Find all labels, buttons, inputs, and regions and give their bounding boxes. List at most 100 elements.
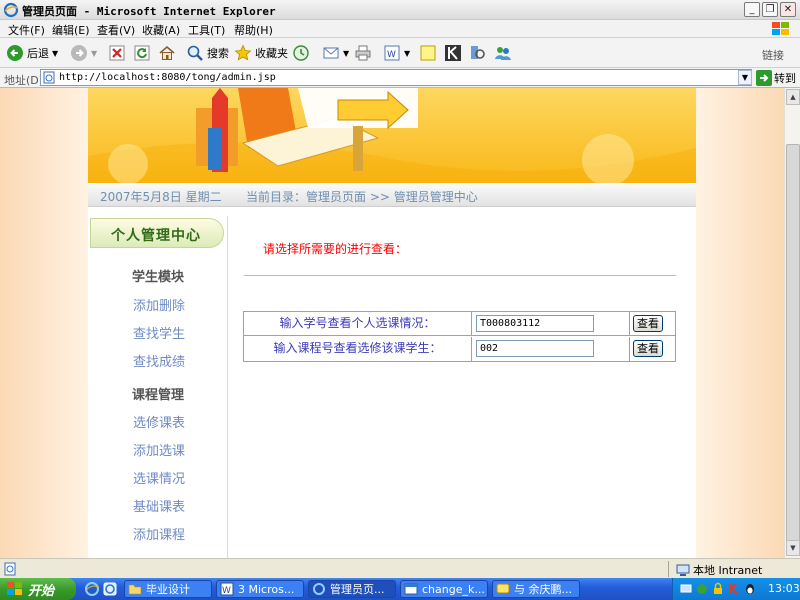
messenger-tray-icon[interactable]	[695, 582, 709, 596]
chevron-down-icon[interactable]: ▼	[52, 49, 58, 58]
sidebar-link-add-selection[interactable]: 添加选课	[133, 440, 185, 459]
k-button[interactable]	[444, 43, 462, 63]
sidebar-link-basic-table[interactable]: 基础课表	[133, 496, 185, 515]
clock: 13:03	[768, 582, 800, 595]
forward-arrow-icon	[71, 45, 87, 61]
sidebar-link-add-course[interactable]: 添加课程	[133, 524, 185, 543]
back-button[interactable]: 后退 ▼	[6, 43, 58, 63]
folder-icon	[128, 584, 142, 595]
scroll-down-button[interactable]: ▼	[786, 540, 800, 556]
ie-quicklaunch-icon[interactable]	[84, 581, 100, 597]
network-icon[interactable]	[679, 582, 693, 596]
task-chat[interactable]: 与 余庆鹏...	[492, 580, 580, 598]
course-id-label: 输入课程号查看选修该课学生：	[244, 337, 472, 361]
table-row: 输入课程号查看选修该课学生： 002 查看	[244, 337, 675, 361]
menu-favorites[interactable]: 收藏(A)	[142, 22, 180, 38]
date-bar: 2007年5月8日 星期二 当前目录：管理员页面 >> 管理员管理中心	[88, 183, 696, 207]
research-button[interactable]	[468, 43, 486, 63]
sidebar-link-selection-status[interactable]: 选课情况	[133, 468, 185, 487]
ie-quicklaunch-icon[interactable]	[102, 581, 118, 597]
sidebar-section-student: 学生模块	[132, 270, 185, 285]
student-id-label: 输入学号查看个人选课情况：	[244, 312, 472, 336]
sidebar-link-add-delete[interactable]: 添加删除	[133, 295, 185, 314]
sidebar-link-elective-table[interactable]: 选修课表	[133, 412, 185, 431]
forward-button[interactable]: ▼	[70, 43, 97, 63]
security-zone: 本地 Intranet	[676, 562, 762, 578]
windows-flag-icon	[7, 582, 22, 595]
window-title: 管理员页面 - Microsoft Internet Explorer	[22, 5, 276, 18]
search-button[interactable]: 搜索	[186, 43, 229, 63]
minimize-button[interactable]: _	[744, 2, 760, 17]
intranet-icon	[676, 564, 690, 576]
chat-icon	[496, 583, 510, 594]
favorites-button[interactable]: 收藏夹	[234, 43, 288, 63]
sidebar-link-find-grades[interactable]: 查找成绩	[133, 351, 185, 370]
start-button[interactable]: 开始	[0, 578, 76, 600]
page-icon	[43, 71, 55, 84]
favorites-star-icon	[234, 44, 252, 61]
current-date: 2007年5月8日 星期二	[100, 190, 222, 204]
go-arrow-icon	[756, 70, 772, 86]
menu-tools[interactable]: 工具(T)	[188, 22, 225, 38]
edit-button[interactable]: W ▼	[383, 43, 410, 63]
chevron-down-icon[interactable]: ▼	[343, 49, 349, 58]
view-course-button[interactable]: 查看	[633, 340, 663, 357]
student-id-input[interactable]: T000803112	[476, 315, 594, 332]
stop-icon	[109, 45, 125, 61]
print-button[interactable]	[354, 43, 372, 63]
menu-view[interactable]: 查看(V)	[97, 22, 135, 38]
go-button[interactable]: 转到	[756, 70, 796, 86]
word-icon: W	[220, 582, 234, 596]
window-icon	[404, 583, 418, 595]
ie-logo-icon	[3, 2, 19, 18]
vertical-scrollbar[interactable]: ▲ ▼	[784, 88, 800, 558]
menu-help[interactable]: 帮助(H)	[234, 22, 273, 38]
address-dropdown-button[interactable]: ▼	[738, 70, 752, 85]
sidebar-section-course: 课程管理	[132, 388, 185, 403]
menu-file[interactable]: 文件(F)	[8, 22, 45, 38]
chevron-down-icon[interactable]: ▼	[404, 49, 410, 58]
page-banner	[88, 88, 696, 183]
view-student-button[interactable]: 查看	[633, 315, 663, 332]
breadcrumb: 当前目录：管理员页面 >> 管理员管理中心	[246, 190, 478, 204]
task-admin-page[interactable]: 管理员页...	[308, 580, 396, 598]
print-icon	[355, 45, 371, 61]
address-input[interactable]: http://localhost:8080/tong/admin.jsp	[40, 69, 752, 86]
sidebar-title: 个人管理中心	[111, 228, 201, 244]
query-table: 输入学号查看个人选课情况： T000803112 查看 输入课程号查看选修该课学…	[243, 311, 676, 362]
scroll-up-button[interactable]: ▲	[786, 89, 800, 105]
qq-icon[interactable]	[743, 582, 757, 596]
discuss-button[interactable]	[419, 43, 437, 63]
refresh-button[interactable]	[133, 43, 151, 63]
note-icon	[420, 45, 436, 61]
back-arrow-icon	[7, 45, 23, 61]
lock-icon[interactable]	[711, 582, 725, 596]
sidebar-link-find-student[interactable]: 查找学生	[133, 323, 185, 342]
task-word[interactable]: W 3 Micros...	[216, 580, 304, 598]
search-icon	[187, 45, 203, 61]
task-change-k[interactable]: change_k...	[400, 580, 488, 598]
history-button[interactable]	[292, 43, 310, 63]
banner-illustration	[88, 88, 696, 183]
messenger-button[interactable]	[494, 43, 512, 63]
system-tray: 13:03	[672, 578, 800, 600]
page-viewport: 2007年5月8日 星期二 当前目录：管理员页面 >> 管理员管理中心 个人管理…	[0, 88, 784, 558]
task-graduation-design[interactable]: 毕业设计	[124, 580, 212, 598]
chevron-down-icon[interactable]: ▼	[91, 49, 97, 58]
restore-button[interactable]: ❐	[762, 2, 778, 17]
home-button[interactable]	[158, 43, 176, 63]
menu-edit[interactable]: 编辑(E)	[52, 22, 90, 38]
links-label[interactable]: 链接	[762, 47, 784, 63]
divider	[244, 275, 676, 276]
mail-button[interactable]: ▼	[322, 43, 349, 63]
window-title-bar[interactable]: 管理员页面 - Microsoft Internet Explorer _ ❐ …	[0, 0, 800, 20]
sidebar: 个人管理中心 学生模块 添加删除 查找学生 查找成绩 课程管理 选修课表 添加选…	[88, 216, 228, 558]
mail-icon	[323, 47, 339, 59]
course-id-input[interactable]: 002	[476, 340, 594, 357]
scroll-thumb[interactable]	[786, 144, 800, 544]
k-tray-icon[interactable]	[727, 582, 741, 596]
close-button[interactable]: ✕	[780, 2, 796, 17]
messenger-icon	[495, 47, 511, 60]
svg-text:W: W	[387, 50, 396, 60]
stop-button[interactable]	[108, 43, 126, 63]
